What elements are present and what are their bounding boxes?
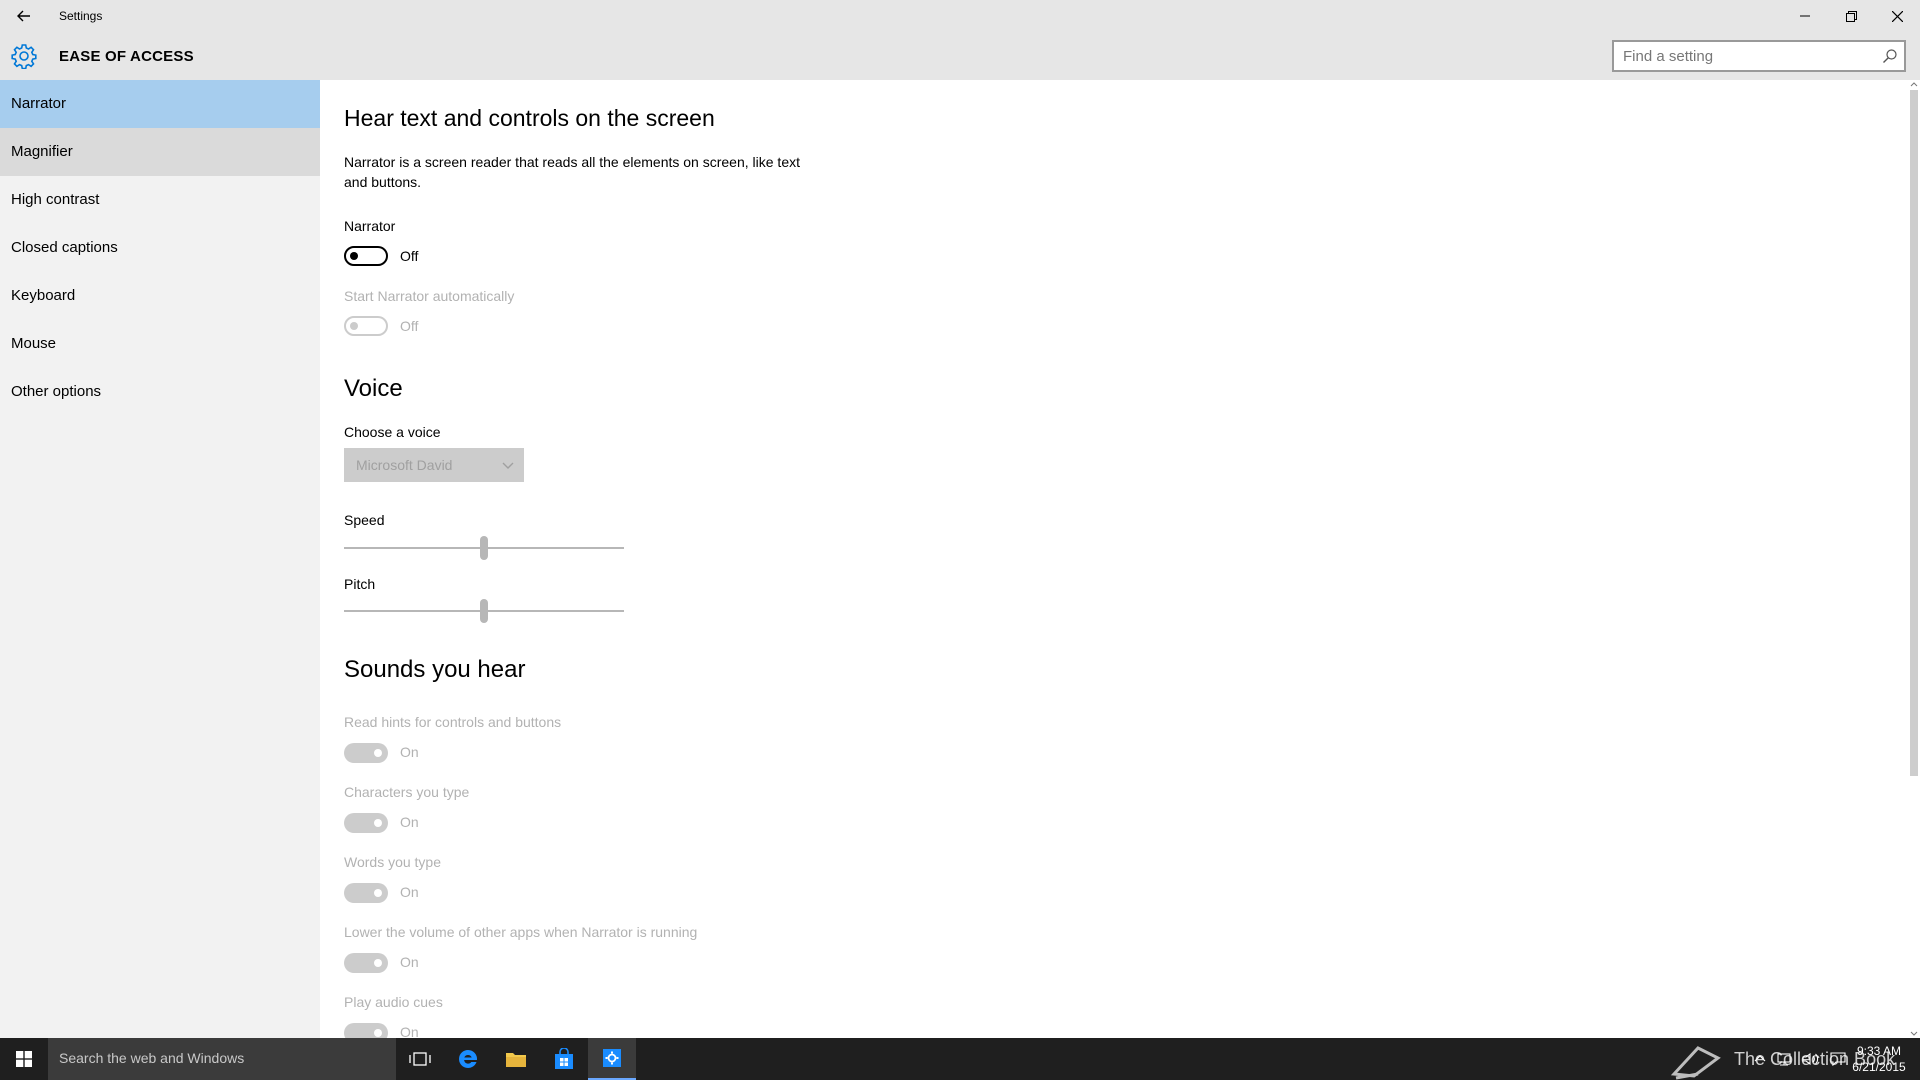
page-header: EASE OF ACCESS [0,32,1920,80]
page-title: EASE OF ACCESS [59,48,194,65]
store-bag-icon [555,1048,573,1069]
start-auto-label: Start Narrator automatically [344,288,515,304]
taskbar-store[interactable] [540,1038,588,1080]
sidebar-item-narrator[interactable]: Narrator [0,80,320,128]
sidebar-item-magnifier[interactable]: Magnifier [0,128,320,176]
read-hints-toggle[interactable] [344,743,388,763]
taskbar-clock[interactable]: 9:33 AM 6/21/2015 [1846,1043,1912,1075]
start-auto-toggle-state: Off [400,318,419,334]
speed-slider[interactable] [344,536,624,560]
taskbar-search-text: Search the web and Windows [59,1050,245,1066]
title-bar: Settings [0,0,1920,32]
lower-volume-toggle[interactable] [344,953,388,973]
gear-icon [11,44,37,69]
toggle-knob [374,1029,382,1037]
slider-thumb[interactable] [480,599,488,623]
toggle-knob [374,819,382,827]
main-content: Hear text and controls on the screen Nar… [320,80,1908,1038]
choose-voice-label: Choose a voice [344,424,441,440]
lower-volume-toggle-state: On [400,954,419,970]
start-button[interactable] [0,1038,48,1080]
toggle-knob [374,889,382,897]
toggle-knob [350,252,358,260]
content-scrollbar[interactable] [1908,80,1920,1038]
scroll-up-icon[interactable] [1910,80,1918,88]
notifications-icon[interactable] [1830,1052,1846,1066]
sidebar-item-closed-captions[interactable]: Closed captions [0,224,320,272]
windows-logo-icon [16,1051,32,1067]
sidebar: Narrator Magnifier High contrast Closed … [0,80,320,1038]
narrator-toggle-state: Off [400,248,419,264]
back-arrow-icon [17,10,30,22]
taskbar-search[interactable]: Search the web and Windows [48,1038,396,1080]
window-title: Settings [59,9,103,23]
lower-volume-label: Lower the volume of other apps when Narr… [344,924,698,940]
read-hints-toggle-state: On [400,744,419,760]
folder-icon [506,1053,526,1067]
audio-cues-label: Play audio cues [344,994,443,1010]
scrollbar-thumb[interactable] [1910,90,1918,776]
restore-icon [1845,10,1857,22]
taskbar-edge[interactable] [444,1038,492,1080]
settings-gear-icon [603,1049,621,1067]
restore-button[interactable] [1828,0,1874,32]
pitch-label: Pitch [344,576,376,592]
voice-heading: Voice [344,375,403,402]
sidebar-item-keyboard[interactable]: Keyboard [0,272,320,320]
characters-toggle[interactable] [344,813,388,833]
system-tray [1754,1038,1846,1080]
minimize-button[interactable] [1782,0,1828,32]
read-hints-label: Read hints for controls and buttons [344,714,562,730]
taskbar-settings[interactable] [588,1038,636,1080]
audio-cues-toggle[interactable] [344,1023,388,1038]
sidebar-item-high-contrast[interactable]: High contrast [0,176,320,224]
characters-toggle-state: On [400,814,419,830]
narrator-label: Narrator [344,218,396,234]
toggle-knob [350,322,358,330]
characters-label: Characters you type [344,784,470,800]
section-heading: Hear text and controls on the screen [344,105,715,131]
task-view-icon [409,1052,431,1066]
sounds-heading: Sounds you hear [344,656,526,683]
narrator-description: Narrator is a screen reader that reads a… [344,154,800,190]
back-button[interactable] [12,6,36,26]
words-label: Words you type [344,854,442,870]
search-input[interactable] [1614,42,1874,70]
taskbar: Search the web and Windows The Collectio… [0,1038,1920,1080]
sidebar-item-mouse[interactable]: Mouse [0,320,320,368]
book-logo-icon [1670,1046,1721,1080]
minimize-icon [1800,15,1810,17]
taskbar-file-explorer[interactable] [492,1038,540,1080]
chevron-down-icon [502,462,514,469]
clock-time: 9:33 AM [1856,1044,1902,1058]
audio-cues-toggle-state: On [400,1024,419,1038]
pitch-slider[interactable] [344,599,624,623]
close-icon [1891,10,1903,22]
volume-icon[interactable] [1802,1052,1820,1066]
voice-dropdown[interactable]: Microsoft David [344,448,524,482]
task-view-button[interactable] [396,1038,444,1080]
words-toggle-state: On [400,884,419,900]
sidebar-item-other-options[interactable]: Other options [0,368,320,416]
toggle-knob [374,749,382,757]
start-auto-toggle[interactable] [344,316,388,336]
words-toggle[interactable] [344,883,388,903]
close-button[interactable] [1874,0,1920,32]
scroll-down-icon[interactable] [1910,1030,1918,1038]
search-box[interactable] [1612,40,1906,72]
network-icon[interactable] [1776,1052,1792,1066]
slider-thumb[interactable] [480,536,488,560]
clock-date: 6/21/2015 [1852,1060,1906,1074]
search-icon[interactable] [1882,48,1898,64]
voice-dropdown-value: Microsoft David [356,457,453,473]
chevron-up-icon[interactable] [1754,1054,1766,1064]
speed-label: Speed [344,512,385,528]
toggle-knob [374,959,382,967]
edge-browser-icon [459,1049,478,1068]
narrator-toggle[interactable] [344,246,388,266]
